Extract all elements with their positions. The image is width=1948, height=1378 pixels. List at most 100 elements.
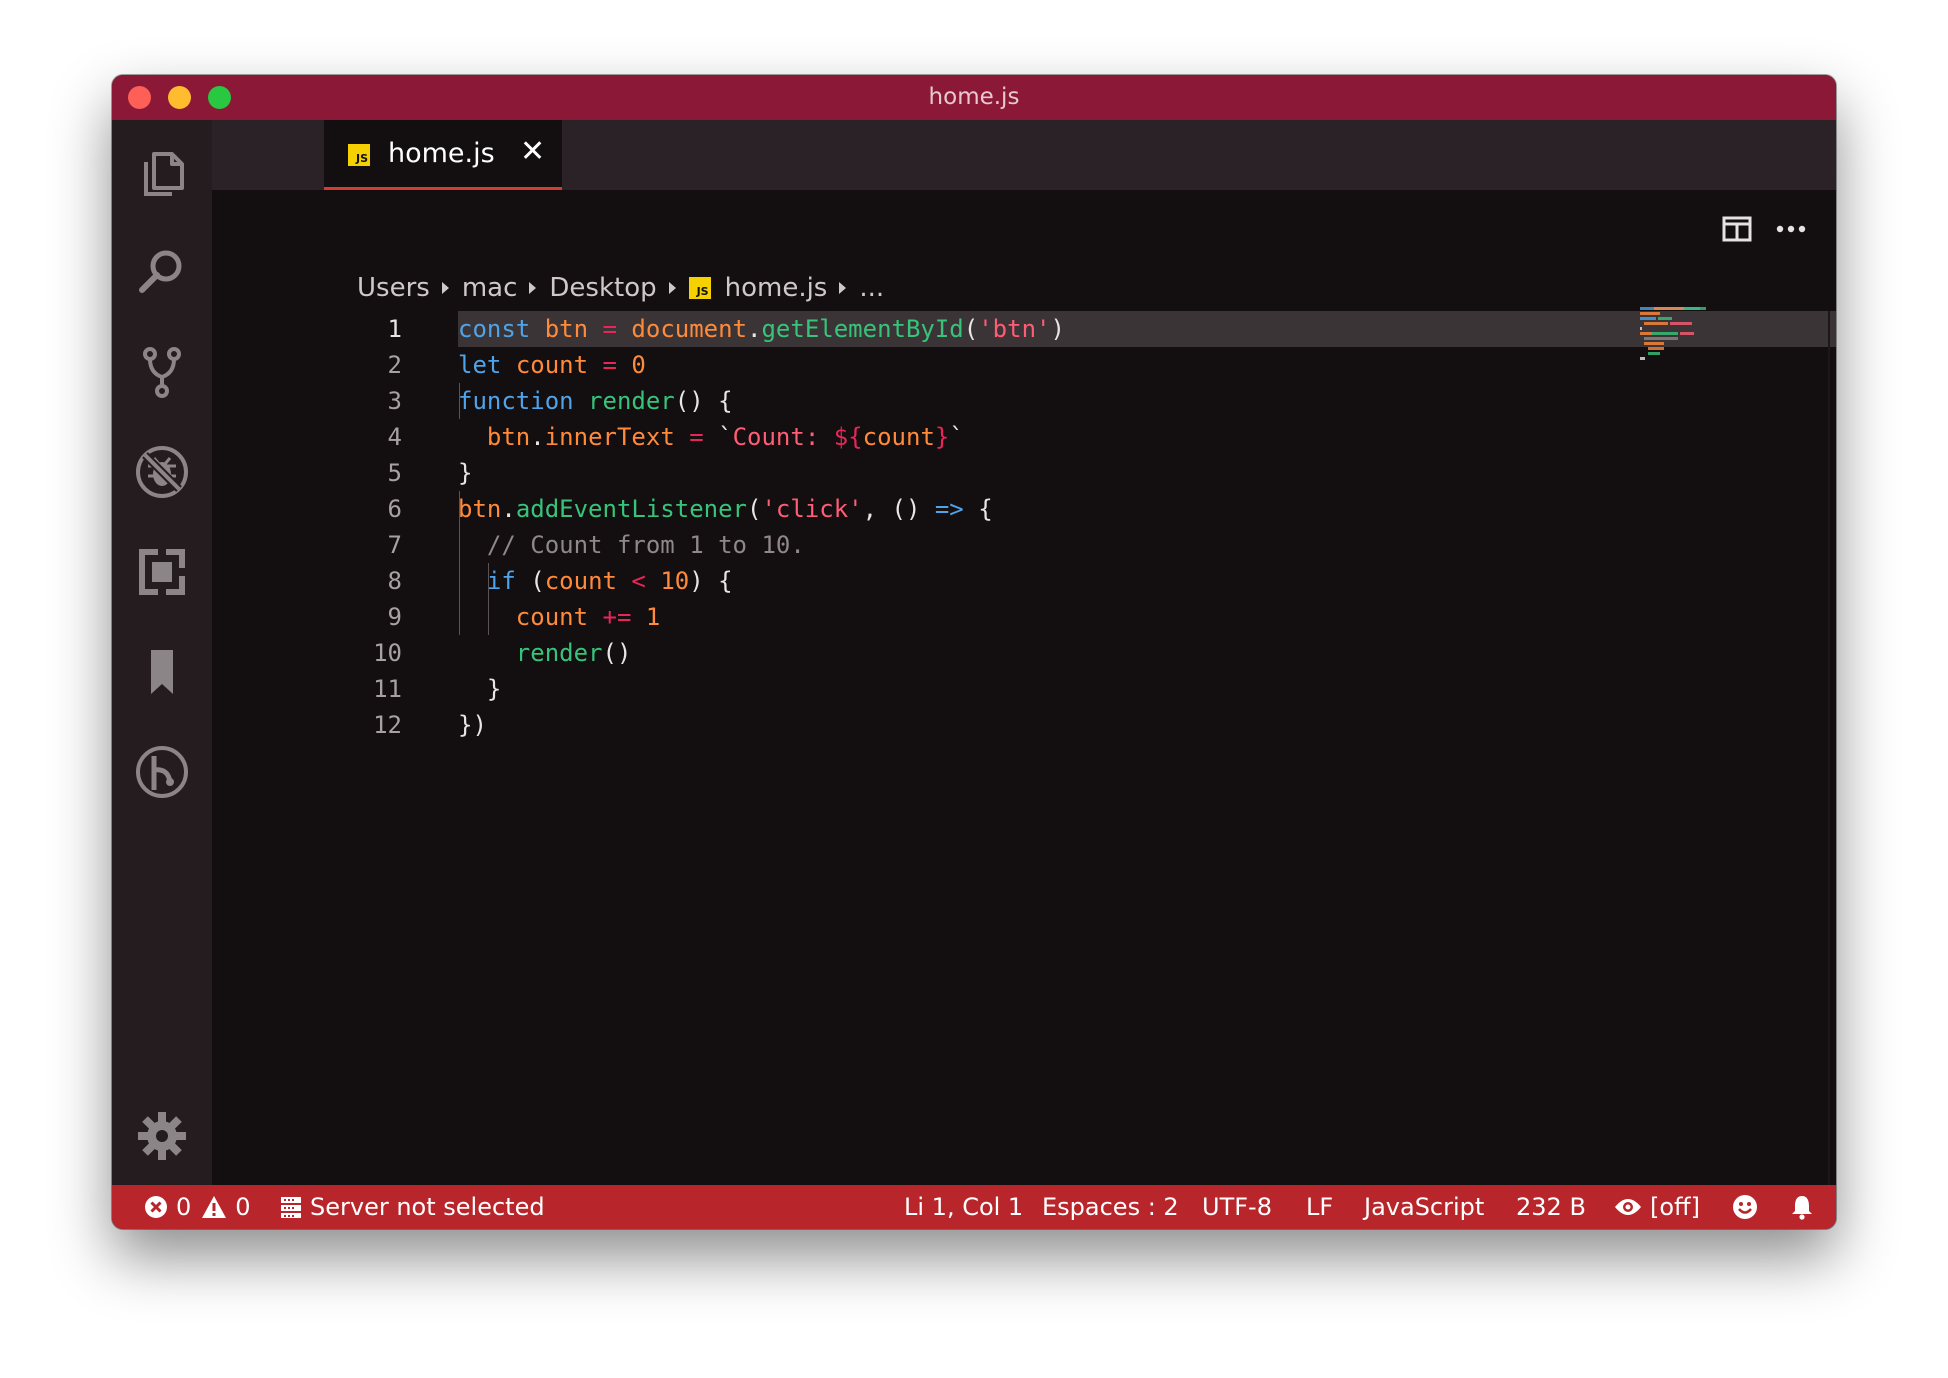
code-line[interactable]: 3 function render() { <box>212 383 1712 419</box>
code-token: 1 <box>645 603 661 631</box>
breadcrumb-mac[interactable]: mac <box>462 273 518 303</box>
encoding-setting[interactable]: UTF-8 <box>1202 1185 1272 1229</box>
code-token: count <box>515 603 589 631</box>
code-line[interactable]: 7 // Count from 1 to 10. <box>212 527 1712 563</box>
vertical-scrollbar[interactable] <box>1828 311 1830 1229</box>
line-number: 2 <box>387 351 402 379</box>
code-token: () <box>602 639 632 667</box>
code-token: count <box>862 423 935 451</box>
code-line[interactable]: 5} <box>212 455 1712 491</box>
breadcrumb-desktop[interactable]: Desktop <box>549 273 656 303</box>
code-token: addEventListener <box>515 495 747 523</box>
code-token: let <box>458 351 502 379</box>
code-text: }) <box>458 707 487 743</box>
code-line[interactable]: 1 const btn = document.getElementById('bt… <box>212 311 1712 347</box>
live-preview-state: [off] <box>1650 1193 1700 1221</box>
server-status[interactable]: Server not selected <box>280 1185 545 1229</box>
debug-icon[interactable] <box>134 444 190 500</box>
js-file-icon: JS <box>688 277 711 299</box>
code-line[interactable]: 11 } <box>212 671 1712 707</box>
chevron-right-icon <box>668 282 676 294</box>
line-number: 9 <box>387 603 402 631</box>
code-token: function <box>458 387 574 415</box>
chevron-right-icon <box>529 282 537 294</box>
code-token: 10 <box>660 567 690 595</box>
problems-indicator[interactable]: 0 0 <box>144 1185 251 1229</box>
code-editor[interactable]: 1 const btn = document.getElementById('bt… <box>212 311 1836 1229</box>
activity-bar <box>112 120 212 1185</box>
code-line[interactable]: 2 let count = 0 <box>212 347 1712 383</box>
js-file-icon: JS <box>348 144 370 166</box>
code-line[interactable]: 10 render() <box>212 635 1712 671</box>
line-number: 11 <box>373 675 402 703</box>
bookmarks-icon[interactable] <box>134 644 190 700</box>
code-token: render <box>515 639 603 667</box>
code-token: if <box>486 567 516 595</box>
eye-icon <box>1614 1197 1642 1217</box>
code-token: ( <box>747 495 762 523</box>
code-text: } <box>458 671 501 707</box>
split-editor-icon[interactable] <box>1722 216 1752 246</box>
code-token: render <box>588 387 675 415</box>
explorer-icon[interactable] <box>134 144 190 200</box>
line-number: 5 <box>387 459 402 487</box>
code-token: 0 <box>631 351 646 379</box>
close-tab-icon[interactable]: ✕ <box>520 134 545 169</box>
breadcrumb-symbols[interactable]: ... <box>859 273 884 303</box>
extensions-icon[interactable] <box>134 544 190 600</box>
database-icon <box>280 1195 302 1219</box>
code-text: const btn = document.getElementById('btn… <box>458 311 1065 347</box>
code-text: if (count < 10) { <box>458 563 733 599</box>
code-line[interactable]: 8 if (count < 10) { <box>212 563 1712 599</box>
search-icon[interactable] <box>134 244 190 300</box>
cursor-position[interactable]: Li 1, Col 1 <box>904 1185 1023 1229</box>
minimap[interactable] <box>1640 307 1730 362</box>
code-text: } <box>458 455 472 491</box>
live-preview-toggle[interactable]: [off] <box>1614 1185 1700 1229</box>
code-token: () { <box>674 387 733 415</box>
code-token: }) <box>458 711 487 739</box>
code-token: document <box>631 315 748 343</box>
code-line[interactable]: 12}) <box>212 707 1712 743</box>
code-text: let count = 0 <box>458 347 646 383</box>
settings-gear-icon[interactable] <box>134 1108 190 1164</box>
gitlens-icon[interactable] <box>134 744 190 800</box>
tab-bar: JS home.js ✕ <box>212 120 1836 190</box>
code-text: function render() { <box>458 383 733 419</box>
breadcrumb-users[interactable]: Users <box>357 273 430 303</box>
language-mode[interactable]: JavaScript <box>1364 1185 1484 1229</box>
window-title: home.js <box>928 84 1020 110</box>
source-control-icon[interactable] <box>134 344 190 400</box>
code-line[interactable]: 6 btn.addEventListener('click', () => { <box>212 491 1712 527</box>
code-token: , () <box>862 495 935 523</box>
code-line[interactable]: 9 count += 1 <box>212 599 1712 635</box>
code-token: getElementById <box>761 315 964 343</box>
tab-home-js[interactable]: JS home.js ✕ <box>324 120 562 190</box>
breadcrumb-file[interactable]: JS home.js <box>688 273 827 303</box>
tab-label: home.js <box>388 138 495 169</box>
more-actions-icon[interactable] <box>1776 216 1806 246</box>
indentation-setting[interactable]: Espaces : 2 <box>1042 1185 1179 1229</box>
line-ending-setting[interactable]: LF <box>1306 1185 1333 1229</box>
code-line[interactable]: 4 btn.innerText = `Count: ${count}` <box>212 419 1712 455</box>
warning-count: 0 <box>235 1193 251 1221</box>
notifications-bell-icon[interactable] <box>1790 1185 1814 1229</box>
code-token: const <box>458 315 531 343</box>
code-token: . <box>530 423 545 451</box>
code-token: . <box>747 315 762 343</box>
chevron-right-icon <box>441 282 449 294</box>
feedback-smiley-icon[interactable] <box>1732 1185 1758 1229</box>
line-number: 7 <box>387 531 402 559</box>
code-text: // Count from 1 to 10. <box>458 527 805 563</box>
code-token: = <box>602 315 617 343</box>
code-token: ) <box>1050 315 1065 343</box>
